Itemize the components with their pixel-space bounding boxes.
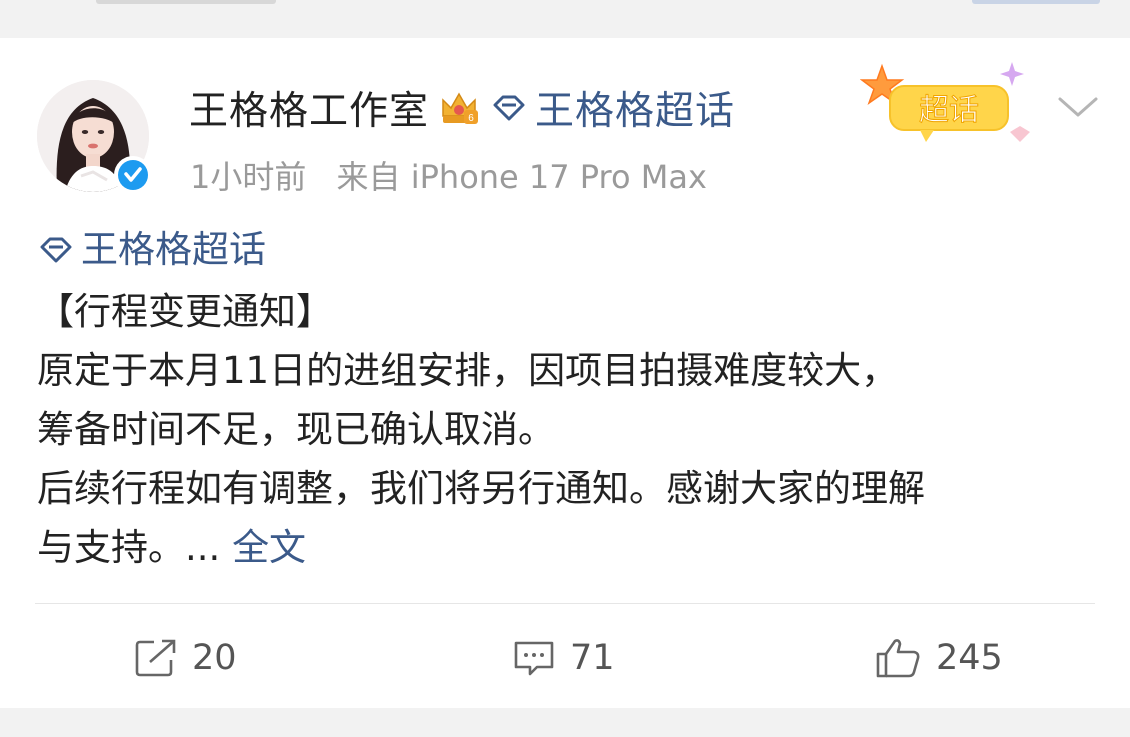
like-count: 245 [936, 638, 1003, 678]
bottom-gap [0, 708, 1130, 737]
partial-text-fragment [96, 0, 276, 4]
sticker-label: 超话 [919, 93, 979, 128]
divider [35, 603, 1095, 604]
chevron-down-icon[interactable] [1054, 91, 1102, 123]
post-body: 王格格超话 【行程变更通知】 原定于本月11日的进组安排，因项目拍摄难度较大， … [37, 220, 1097, 577]
body-supertopic-link[interactable]: 王格格超话 [37, 220, 266, 279]
author-row: 王格格工作室 6 王格格超话 [189, 82, 735, 134]
repost-icon [135, 639, 176, 677]
body-line: 后续行程如有调整，我们将另行通知。感谢大家的理解 [37, 466, 925, 510]
body-line: 与支持。... [37, 525, 221, 569]
like-button[interactable]: 245 [874, 634, 1003, 682]
post-meta: 1小时前 来自 iPhone 17 Pro Max [190, 152, 707, 198]
post-time: 1小时前 [190, 158, 307, 196]
post-source: 来自 iPhone 17 Pro Max [336, 158, 707, 196]
svg-text:6: 6 [468, 113, 474, 124]
repost-button[interactable]: 20 [134, 634, 237, 682]
verified-check-icon [118, 160, 148, 190]
author-name[interactable]: 王格格工作室 [189, 80, 429, 136]
comment-button[interactable]: 71 [512, 634, 615, 682]
post-card: 王格格工作室 6 王格格超话 1小时前 来自 iPhone 17 Pro Max… [0, 38, 1130, 708]
supertopic-diamond-icon [40, 237, 72, 262]
top-partial-strip [0, 0, 1130, 38]
body-line: 【行程变更通知】 [37, 289, 333, 333]
comment-icon [514, 641, 554, 676]
body-supertopic-text: 王格格超话 [81, 228, 266, 271]
supertopic-link[interactable]: 王格格超话 [535, 80, 735, 136]
body-topic-line: 王格格超话 [37, 220, 1097, 282]
body-line: 筹备时间不足，现已确认取消。 [37, 407, 555, 451]
thumbs-up-icon [876, 639, 920, 678]
body-last-line: 与支持。... 全文 [37, 518, 1097, 577]
comment-count: 71 [570, 638, 615, 678]
verified-badge [114, 156, 152, 194]
full-text-link[interactable]: 全文 [232, 526, 306, 569]
supertopic-diamond-icon [493, 95, 525, 121]
repost-count: 20 [192, 638, 237, 678]
crown-badge-icon[interactable]: 6 [437, 86, 481, 130]
supertopic-sticker-icon[interactable]: 超话 [860, 60, 1040, 152]
body-line: 原定于本月11日的进组安排，因项目拍摄难度较大， [37, 348, 899, 392]
partial-link-fragment [972, 0, 1100, 4]
